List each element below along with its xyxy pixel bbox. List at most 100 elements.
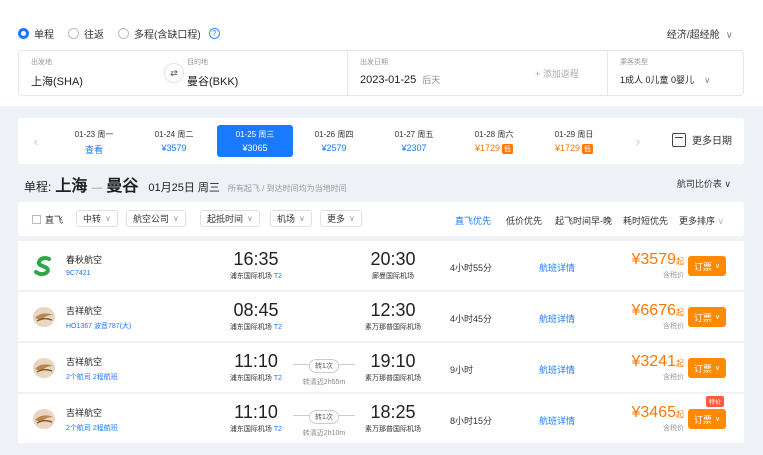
more-dates-button[interactable]: 更多日期 xyxy=(672,132,732,147)
date-cell-date: 01-29 周日 xyxy=(554,130,594,139)
trip-type-roundtrip[interactable]: 往返 xyxy=(68,26,104,41)
chevron-down-icon: ∨ xyxy=(247,214,253,223)
airline-name: 吉祥航空 xyxy=(66,408,103,418)
flight-detail-link[interactable]: 航班详情 xyxy=(539,312,575,325)
chevron-down-icon: ∨ xyxy=(299,214,305,223)
price-from-label: 起 xyxy=(676,308,684,317)
tax-included-label: 含税价 xyxy=(663,323,684,330)
departure: 16:35 浦东国际机场 T2 xyxy=(224,249,288,281)
flight-detail-link[interactable]: 航班详情 xyxy=(539,363,575,376)
flight-row[interactable]: 吉祥航空 HO1367 波音787(大) 08:45 浦东国际机场 T2 12:3… xyxy=(18,292,744,342)
sort-lowest-price[interactable]: 低价优先 xyxy=(506,214,542,227)
flight-duration: 9小时 xyxy=(450,365,474,375)
help-icon[interactable]: ? xyxy=(208,28,220,39)
flight-number[interactable]: HO1367 波音787(大) xyxy=(66,321,131,331)
airline-name: 春秋航空 xyxy=(66,255,103,265)
sort-more[interactable]: 更多排序 ∨ xyxy=(679,214,724,227)
price: ¥6676起 含税价 xyxy=(632,302,685,331)
price-from-label: 起 xyxy=(676,359,684,368)
flight-number[interactable]: 9C7421 xyxy=(66,270,102,277)
book-label: 订票 xyxy=(693,261,712,272)
trip-type-multicity[interactable]: 多程(含缺口程) xyxy=(118,26,201,41)
departure-terminal: T2 xyxy=(273,324,283,331)
low-price-badge: 低 xyxy=(582,144,594,154)
date-label: 出发日期 xyxy=(360,59,388,66)
chevron-down-icon: ∨ xyxy=(173,214,179,223)
date-cell[interactable]: 01-24 周二 ¥3579 xyxy=(136,125,212,157)
book-button[interactable]: 订票 ∨ xyxy=(688,358,726,378)
from-field[interactable]: 出发地 上海(SHA) ⇄ xyxy=(19,51,184,95)
price: ¥3241起 含税价 xyxy=(632,353,685,382)
airline-info: 吉祥航空 2个航司 2程航班 xyxy=(66,355,118,382)
passenger-field[interactable]: 乘客类型 1成人 0儿童 0婴儿 ∨ xyxy=(607,51,743,95)
departure-terminal: T2 xyxy=(273,273,283,280)
flight-number[interactable]: 2个航司 2程航班 xyxy=(66,372,118,382)
trip-type-oneway[interactable]: 单程 xyxy=(18,26,54,41)
departure-terminal: T2 xyxy=(273,426,283,433)
price-from-label: 起 xyxy=(676,257,684,266)
flight-detail-link[interactable]: 航班详情 xyxy=(539,414,575,427)
chevron-down-icon: ∨ xyxy=(349,214,355,223)
radio-icon xyxy=(118,28,129,39)
price-amount: ¥3241 xyxy=(631,353,677,370)
price-amount: ¥3579 xyxy=(631,251,677,268)
book-button[interactable]: 订票 ∨ xyxy=(688,409,726,429)
route-kind: 单程: xyxy=(24,180,52,194)
tax-included-label: 含税价 xyxy=(663,374,684,381)
filter-label: 中转 xyxy=(83,214,102,224)
date-cell[interactable]: 01-23 周一 查看 xyxy=(56,125,132,157)
date-value: 2023-01-25 xyxy=(360,74,417,86)
cabin-class-select[interactable]: 经济/超经舱 ∨ xyxy=(667,26,733,41)
filter-airline[interactable]: 航空公司 ∨ xyxy=(126,210,186,227)
chevron-down-icon: ∨ xyxy=(105,214,111,223)
airline-info: 吉祥航空 HO1367 波音787(大) xyxy=(66,304,131,331)
tax-included-label: 含税价 xyxy=(663,425,684,432)
chevron-down-icon: ∨ xyxy=(714,314,721,321)
calendar-icon xyxy=(672,132,686,147)
filter-time[interactable]: 起抵时间 ∨ xyxy=(200,210,260,227)
date-cell[interactable]: 01-29 周日 ¥1729 低 xyxy=(536,125,612,157)
checkbox-icon xyxy=(32,215,41,224)
flight-row[interactable]: 吉祥航空 2个航司 2程航班 11:10 浦东国际机场 T2 转1次 转清迈2h5… xyxy=(18,343,744,393)
date-field[interactable]: 出发日期 2023-01-25 后天 xyxy=(347,51,507,95)
date-strip: ‹ 01-23 周一 查看 01-24 周二 ¥3579 01-25 周三 ¥3065… xyxy=(18,118,744,164)
book-button[interactable]: 订票 ∨ xyxy=(688,256,726,276)
sort-direct-first[interactable]: 直飞优先 xyxy=(455,214,491,227)
chevron-down-icon: ∨ xyxy=(725,30,733,41)
flight-row[interactable]: 春秋航空 9C7421 16:35 浦东国际机场 T2 20:30 廊曼国际机场 … xyxy=(18,241,744,291)
to-field[interactable]: 目的地 曼谷(BKK) xyxy=(175,51,347,95)
date-cell-selected[interactable]: 01-25 周三 ¥3065 xyxy=(217,125,293,157)
date-cell[interactable]: 01-26 周四 ¥2579 xyxy=(296,125,372,157)
date-cell[interactable]: 01-28 周六 ¥1729 低 xyxy=(456,125,532,157)
book-button[interactable]: 订票 ∨ xyxy=(688,307,726,327)
arrival-time: 20:30 xyxy=(370,249,416,269)
filter-transfer[interactable]: 中转 ∨ xyxy=(76,210,118,227)
route-heading: 单程: 上海 — 曼谷 01月25日 周三 所有起飞 / 到达时间均为当地时间 xyxy=(24,172,347,196)
sort-departure-time[interactable]: 起飞时间早-晚 xyxy=(555,214,612,227)
date-cell-price: ¥3065 xyxy=(242,143,268,153)
flight-number[interactable]: 2个航司 2程航班 xyxy=(66,423,118,433)
filter-airport[interactable]: 机场 ∨ xyxy=(270,210,312,227)
price: ¥3465起 含税价 xyxy=(632,404,685,433)
direct-only-checkbox[interactable]: 直飞 xyxy=(32,213,63,226)
flight-row[interactable]: 吉祥航空 2个航司 2程航班 11:10 浦东国际机场 T2 转1次 转清迈2h1… xyxy=(18,394,744,444)
add-return-button[interactable]: + 添加返程 xyxy=(507,51,607,95)
filter-more[interactable]: 更多 ∨ xyxy=(320,210,362,227)
airline-compare-button[interactable]: 航司比价表 ∨ xyxy=(677,177,731,190)
chevron-left-icon[interactable]: ‹ xyxy=(18,133,54,149)
filter-label: 航空公司 xyxy=(133,214,170,224)
book-label: 订票 xyxy=(693,312,712,323)
sort-shortest-duration[interactable]: 耗时短优先 xyxy=(623,214,668,227)
airline-name: 吉祥航空 xyxy=(66,357,103,367)
book-label: 订票 xyxy=(693,414,712,425)
airline-logo-icon xyxy=(32,254,56,278)
search-fields: 出发地 上海(SHA) ⇄ 目的地 曼谷(BKK) 出发日期 2023-01-2… xyxy=(18,50,744,96)
passenger-value: 1成人 0儿童 0婴儿 xyxy=(620,75,695,85)
chevron-right-icon[interactable]: › xyxy=(620,133,656,149)
departure-time: 11:10 xyxy=(234,402,278,422)
flight-detail-link[interactable]: 航班详情 xyxy=(539,261,575,274)
date-cell[interactable]: 01-27 周五 ¥2307 xyxy=(376,125,452,157)
date-cell-price: ¥3579 xyxy=(161,143,187,153)
date-weekday: 后天 xyxy=(422,75,441,85)
route-to: 曼谷 xyxy=(106,178,139,195)
